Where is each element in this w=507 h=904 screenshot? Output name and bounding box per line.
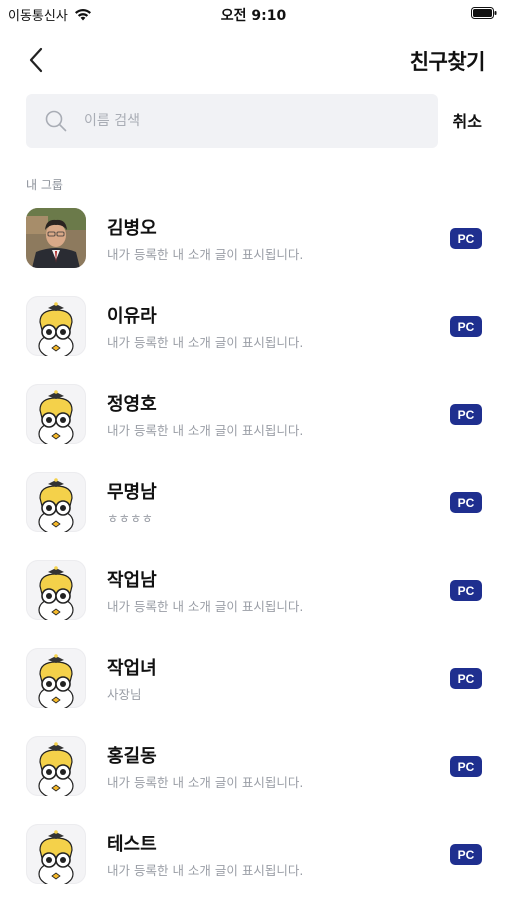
back-button[interactable] <box>20 44 52 76</box>
friend-row[interactable]: 홍길동 내가 등록한 내 소개 글이 표시됩니다. PC <box>0 728 507 816</box>
search-input[interactable] <box>82 112 406 130</box>
pc-badge: PC <box>450 404 482 425</box>
friend-intro: 내가 등록한 내 소개 글이 표시됩니다. <box>107 335 304 350</box>
cancel-button[interactable]: 취소 <box>453 108 482 132</box>
friend-intro: 내가 등록한 내 소개 글이 표시됩니다. <box>107 863 304 878</box>
friend-intro: 내가 등록한 내 소개 글이 표시됩니다. <box>107 775 304 790</box>
mascot-avatar <box>26 736 86 796</box>
search-icon <box>45 110 67 132</box>
friend-row[interactable]: 무명남 ㅎㅎㅎㅎ PC <box>0 464 507 552</box>
mascot-avatar <box>26 384 86 444</box>
pc-badge: PC <box>450 580 482 601</box>
friend-intro: 내가 등록한 내 소개 글이 표시됩니다. <box>107 423 304 438</box>
search-row: 취소 <box>26 94 486 148</box>
chevron-left-icon <box>29 47 43 73</box>
nav-bar: 친구찾기 <box>0 36 507 84</box>
page-title: 친구찾기 <box>409 50 486 74</box>
battery-icon <box>471 7 497 19</box>
friend-row[interactable]: 작업남 내가 등록한 내 소개 글이 표시됩니다. PC <box>0 552 507 640</box>
mascot-avatar <box>26 472 86 532</box>
pc-badge: PC <box>450 228 482 249</box>
friend-intro: 내가 등록한 내 소개 글이 표시됩니다. <box>107 599 304 614</box>
status-bar: 이동통신사 오전 9:10 <box>0 0 507 28</box>
friend-list: 김병오 내가 등록한 내 소개 글이 표시됩니다. PC 이유라 내가 등록한 … <box>0 200 507 904</box>
friend-intro: 사장님 <box>107 687 142 702</box>
pc-badge: PC <box>450 756 482 777</box>
friend-name: 무명남 <box>107 482 157 503</box>
mascot-avatar <box>26 296 86 356</box>
friend-name: 김병오 <box>107 218 157 239</box>
friend-name: 정영호 <box>107 394 157 415</box>
friend-row[interactable]: 작업녀 사장님 PC <box>0 640 507 728</box>
mascot-avatar <box>26 648 86 708</box>
friend-name: 작업남 <box>107 570 157 591</box>
friend-row[interactable]: 김병오 내가 등록한 내 소개 글이 표시됩니다. PC <box>0 200 507 288</box>
mascot-avatar <box>26 824 86 884</box>
pc-badge: PC <box>450 668 482 689</box>
pc-badge: PC <box>450 844 482 865</box>
friend-name: 홍길동 <box>107 746 157 767</box>
friend-name: 테스트 <box>107 834 157 855</box>
friend-row[interactable]: 이유라 내가 등록한 내 소개 글이 표시됩니다. PC <box>0 288 507 376</box>
section-label-my-group: 내 그룹 <box>26 178 63 192</box>
photo-avatar <box>26 208 86 268</box>
friend-row[interactable]: 정영호 내가 등록한 내 소개 글이 표시됩니다. PC <box>0 376 507 464</box>
pc-badge: PC <box>450 492 482 513</box>
friend-name: 이유라 <box>107 306 157 327</box>
mascot-avatar <box>26 560 86 620</box>
friend-intro: ㅎㅎㅎㅎ <box>107 511 154 526</box>
friend-name: 작업녀 <box>107 658 157 679</box>
friend-intro: 내가 등록한 내 소개 글이 표시됩니다. <box>107 247 304 262</box>
search-box[interactable] <box>26 94 438 148</box>
status-time: 오전 9:10 <box>220 8 287 24</box>
pc-badge: PC <box>450 316 482 337</box>
friend-row[interactable]: 테스트 내가 등록한 내 소개 글이 표시됩니다. PC <box>0 816 507 904</box>
